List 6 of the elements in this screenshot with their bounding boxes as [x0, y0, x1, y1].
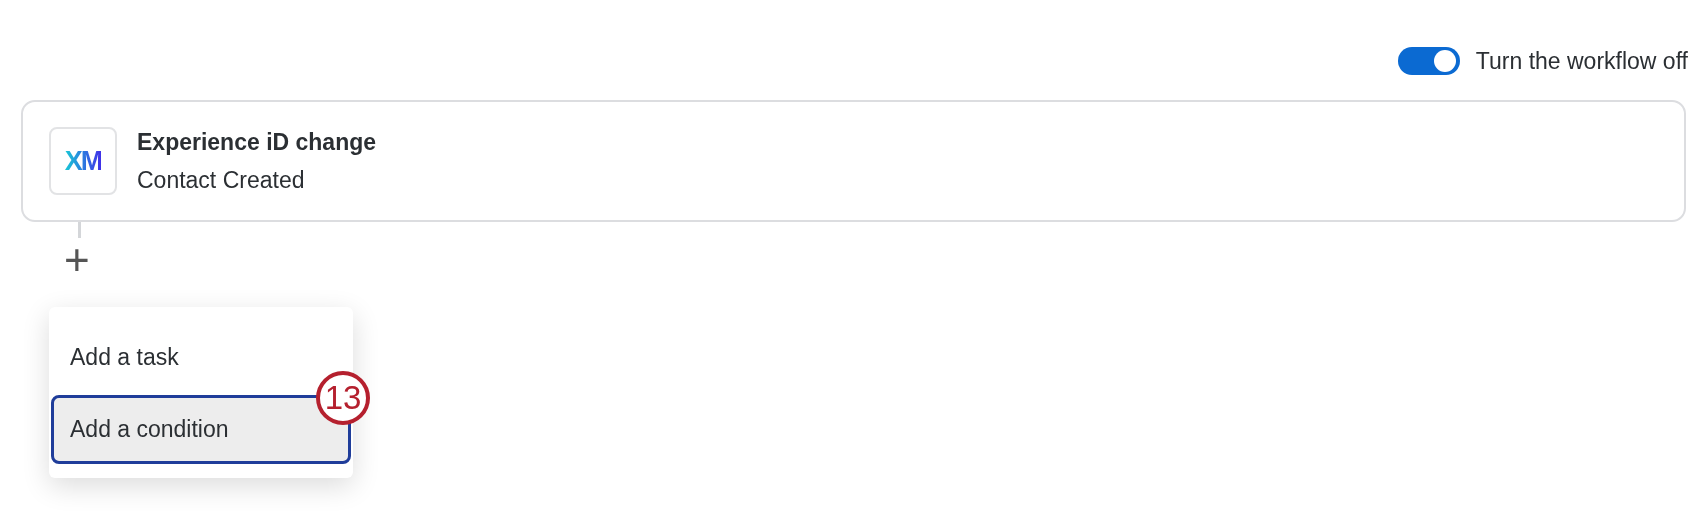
add-button[interactable]: + — [60, 238, 94, 282]
workflow-toggle[interactable] — [1397, 47, 1460, 75]
toggle-label: Turn the workflow off — [1475, 46, 1688, 76]
event-title: Experience iD change — [137, 127, 377, 157]
event-subtitle: Contact Created — [137, 166, 306, 195]
event-card[interactable]: XM Experience iD change Contact Created — [21, 100, 1686, 222]
